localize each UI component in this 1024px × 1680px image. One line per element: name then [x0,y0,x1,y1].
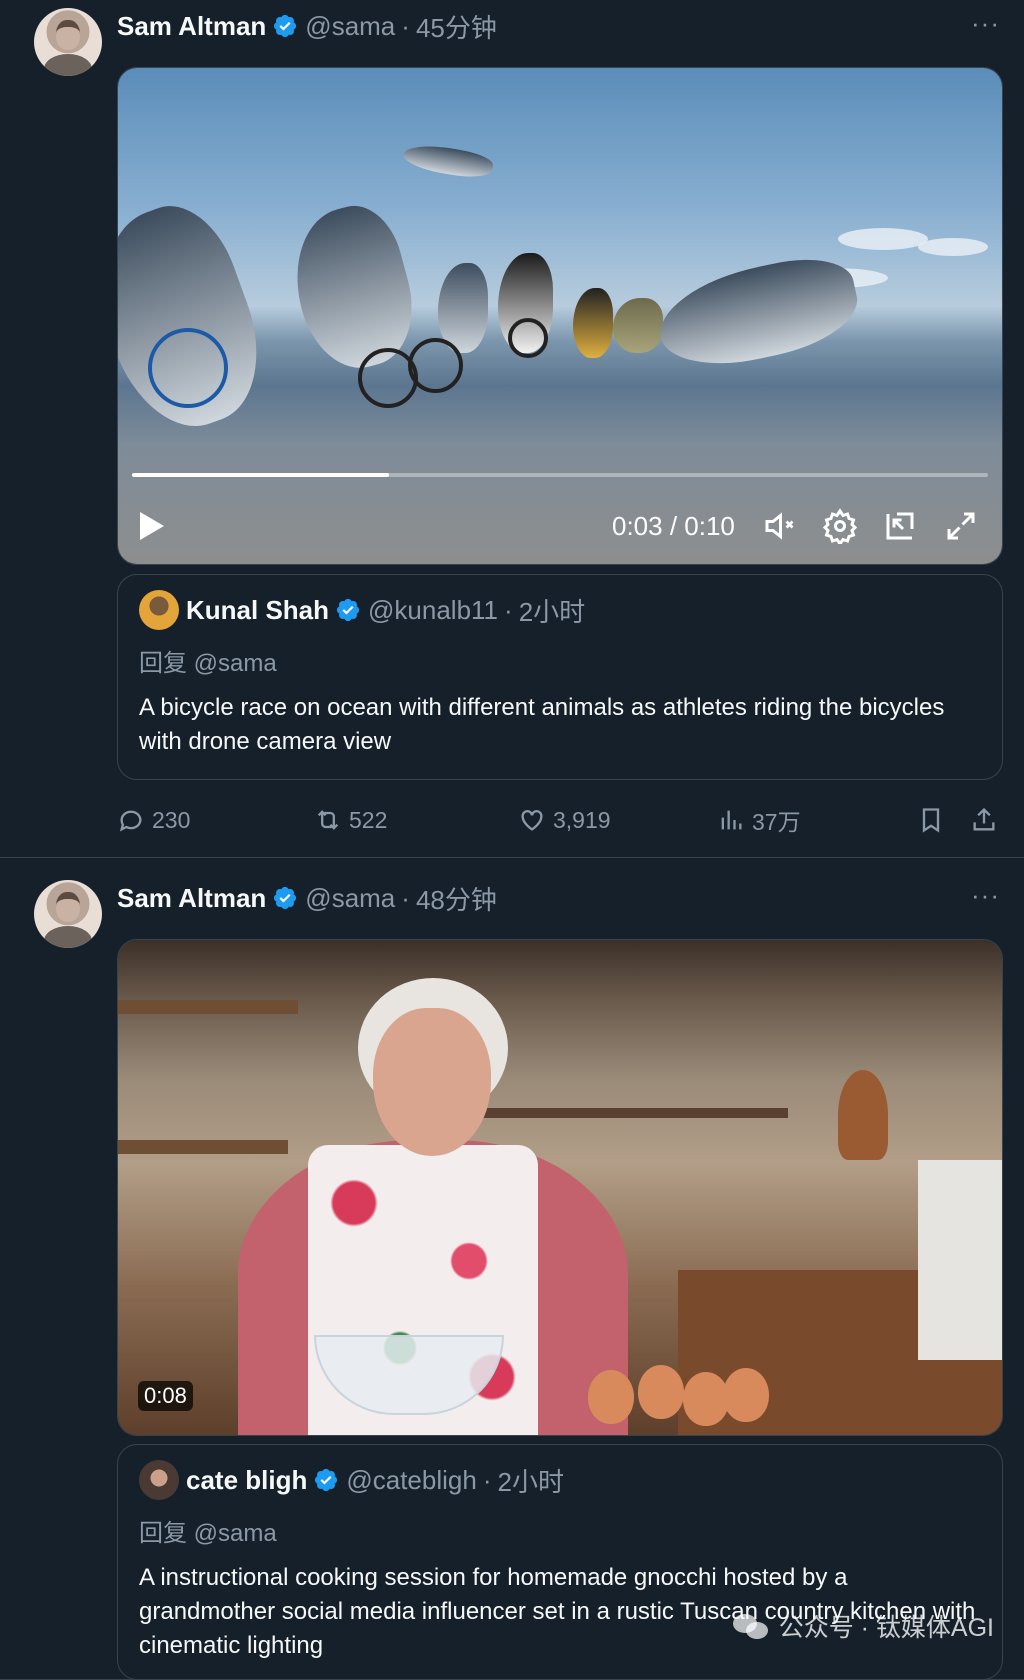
repost-button[interactable]: 522 [314,802,387,838]
reply-count: 230 [152,806,191,833]
fullscreen-icon[interactable] [943,508,979,544]
quote-text: A bicycle race on ocean with different a… [139,694,945,755]
video-progress-fill [132,473,389,477]
reply-to-label: 回复 @sama [139,650,277,677]
quoted-tweet[interactable]: Kunal Shah @kunalb11 · 2小时 回复 @sama A bi… [117,574,1003,780]
share-button[interactable] [970,802,998,838]
video-frame [118,68,1002,564]
video-time: 0:03 / 0:10 [612,511,735,541]
video-frame [118,940,1002,1435]
views-chart-icon [721,810,742,830]
share-icon [973,807,995,831]
avatar[interactable] [34,880,102,948]
like-button[interactable]: 3,919 [518,802,611,838]
reply-to-label: 回复 @sama [139,1520,277,1547]
mute-icon[interactable] [761,508,797,544]
verified-badge-icon [274,886,297,910]
timestamp[interactable]: 45分钟 [416,8,497,45]
quote-author-handle[interactable]: @catebligh [346,1465,476,1496]
author-handle[interactable]: @sama [305,883,395,914]
separator: · [401,882,410,913]
watermark-text: 公众号 · 钛媒体AGI [778,1614,994,1642]
tweet[interactable]: Sam Altman @sama · 48分钟 ··· 0:08 cate bl… [0,858,1024,1680]
quote-timestamp[interactable]: 2小时 [498,1462,564,1499]
timestamp[interactable]: 48分钟 [416,880,497,917]
tweet-actions: 230 522 3,919 37万 [117,802,1003,838]
quote-avatar[interactable] [139,590,179,630]
verified-badge-icon [315,1468,338,1492]
verified-badge-icon [274,14,297,38]
quote-author-handle[interactable]: @kunalb11 [368,595,498,626]
quote-header: Kunal Shah @kunalb11 · 2小时 [139,589,585,631]
verified-badge-icon [336,598,360,622]
quote-timestamp[interactable]: 2小时 [519,592,585,629]
more-options-icon[interactable]: ··· [971,880,1000,911]
views-button[interactable]: 37万 [717,802,801,838]
quoted-tweet[interactable]: cate bligh @catebligh · 2小时 回复 @sama A i… [117,1444,1003,1680]
separator: · [504,594,513,625]
video-player[interactable]: 0:03 / 0:10 [117,67,1003,565]
separator: · [482,1464,492,1495]
more-options-icon[interactable]: ··· [971,8,1000,39]
quote-author-name[interactable]: cate bligh [186,1465,307,1496]
play-icon[interactable] [140,512,164,540]
repost-icon [317,810,339,830]
tweet[interactable]: Sam Altman @sama · 45分钟 ··· 0:03 / 0:10 … [0,0,1024,858]
picture-in-picture-icon[interactable] [882,508,918,544]
heart-icon [521,810,543,831]
video-duration-badge: 0:08 [138,1381,193,1411]
watermark: 公众号 · 钛媒体AGI [732,1608,994,1644]
separator: · [401,10,410,41]
quote-author-name[interactable]: Kunal Shah [186,595,329,626]
author-name[interactable]: Sam Altman [117,883,266,914]
reply-button[interactable]: 230 [117,802,190,838]
views-count: 37万 [752,809,801,835]
quote-header: cate bligh @catebligh · 2小时 [139,1459,564,1501]
reply-icon [119,810,142,832]
author-name[interactable]: Sam Altman [117,11,266,42]
bookmark-icon [922,808,940,833]
settings-icon[interactable] [822,508,858,544]
tweet-header: Sam Altman @sama · 48分钟 [117,880,497,916]
repost-count: 522 [349,806,388,833]
like-count: 3,919 [553,806,611,833]
video-player[interactable]: 0:08 [117,939,1003,1436]
quote-avatar[interactable] [139,1460,179,1500]
author-handle[interactable]: @sama [305,11,395,42]
avatar[interactable] [34,8,102,76]
wechat-icon [732,1612,771,1640]
tweet-header: Sam Altman @sama · 45分钟 [117,8,497,44]
video-progress-bar[interactable] [132,473,988,477]
bookmark-button[interactable] [917,802,945,838]
